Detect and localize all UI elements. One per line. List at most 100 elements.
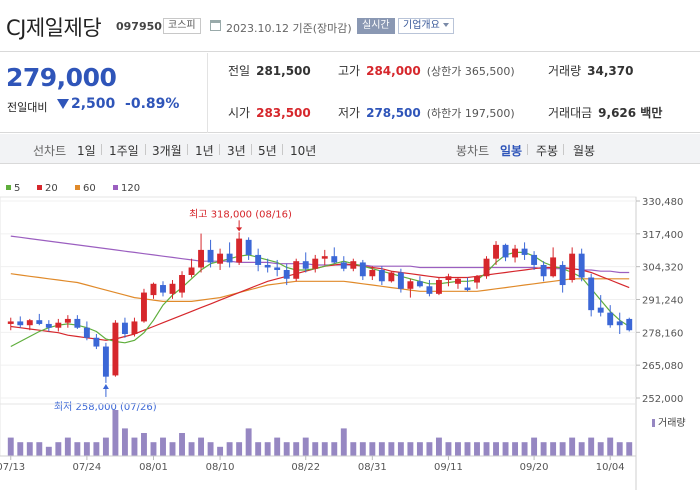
candle-daily[interactable]: 일봉 bbox=[500, 142, 522, 159]
volume-bar bbox=[169, 442, 176, 456]
ma60-line bbox=[10, 273, 630, 303]
candle-body bbox=[83, 327, 90, 338]
trade-amount: 거래대금 9,626 백만 bbox=[548, 104, 662, 121]
volume-bar bbox=[616, 442, 623, 456]
volume-bar bbox=[83, 442, 90, 456]
volume-bar bbox=[112, 410, 119, 456]
candle-body bbox=[616, 321, 623, 326]
candle-body bbox=[245, 239, 252, 255]
volume-bar bbox=[131, 437, 138, 456]
candle-body bbox=[302, 261, 309, 269]
x-tick-label: 08/01 bbox=[139, 462, 168, 473]
volume-legend-label: 거래량 bbox=[658, 417, 686, 429]
volume-bar bbox=[455, 442, 461, 456]
period-1y[interactable]: 1년 bbox=[195, 142, 214, 159]
volume-bar bbox=[245, 428, 252, 456]
separator bbox=[563, 144, 564, 155]
volume-label: 거래량 bbox=[548, 64, 582, 78]
separator bbox=[527, 144, 528, 155]
separator bbox=[187, 144, 188, 155]
candle-body bbox=[331, 256, 338, 263]
separator bbox=[251, 144, 252, 155]
candle-chart-label: 봉차트 bbox=[456, 144, 490, 158]
candle-weekly[interactable]: 주봉 bbox=[536, 142, 558, 159]
volume-bar bbox=[293, 442, 300, 456]
volume-bar bbox=[217, 446, 224, 456]
period-3y[interactable]: 3년 bbox=[227, 142, 246, 159]
candle-body bbox=[7, 321, 14, 324]
candle-body bbox=[283, 269, 290, 279]
low-price: 저가 278,500 (하한가 197,500) bbox=[338, 104, 515, 121]
volume-bar bbox=[150, 442, 157, 456]
volume-bar bbox=[597, 442, 604, 456]
legend-swatch bbox=[113, 185, 118, 190]
volume-bar bbox=[264, 442, 271, 456]
prev-close: 전일 281,500 bbox=[228, 62, 311, 79]
volume-bar bbox=[36, 442, 43, 456]
low-value: 278,500 bbox=[366, 106, 421, 120]
volume-bar bbox=[350, 442, 357, 456]
candle-body bbox=[293, 261, 300, 279]
candle-body bbox=[407, 281, 414, 289]
candle-body bbox=[559, 264, 566, 286]
candle-body bbox=[264, 264, 271, 268]
legend-label: 5 bbox=[14, 183, 20, 194]
candle-body bbox=[226, 253, 233, 263]
volume-bar bbox=[369, 442, 376, 456]
candle-body bbox=[540, 264, 547, 277]
amount-value: 9,626 백만 bbox=[598, 106, 663, 120]
candle-body bbox=[350, 261, 357, 269]
realtime-button[interactable]: 실시간 bbox=[357, 18, 395, 34]
open-label: 시가 bbox=[228, 106, 251, 120]
candle-body bbox=[36, 320, 43, 324]
volume-bar bbox=[521, 442, 528, 456]
candle-body bbox=[455, 278, 461, 284]
volume-bar bbox=[26, 442, 33, 456]
price-panel: 279,000 전일대비 2,500 -0.89% 전일 281,500 고가 28… bbox=[0, 53, 700, 133]
candle-body bbox=[321, 256, 328, 259]
volume-bar bbox=[236, 442, 243, 456]
candle-body bbox=[55, 322, 62, 328]
high-label: 고가 bbox=[338, 64, 361, 78]
line-chart-label: 선차트 bbox=[33, 144, 67, 158]
company-info-dropdown[interactable]: 기업개요 bbox=[398, 18, 454, 34]
candle-monthly[interactable]: 월봉 bbox=[573, 142, 595, 159]
legend-label: 60 bbox=[83, 183, 96, 194]
market-badge: 코스피 bbox=[163, 18, 201, 34]
candle-body bbox=[569, 253, 576, 281]
volume-bar bbox=[588, 437, 595, 456]
separator bbox=[101, 144, 102, 155]
chevron-down-icon bbox=[442, 23, 449, 27]
candle-body bbox=[340, 262, 347, 269]
stock-chart[interactable]: 5 20 60 120 최고 318,000 (08/16) 최저 258,000 (0… bbox=[0, 176, 700, 490]
candle-body bbox=[578, 253, 585, 278]
volume-bar bbox=[378, 442, 385, 456]
volume-bar bbox=[607, 437, 614, 456]
legend-swatch bbox=[37, 185, 42, 190]
min-arrow-head bbox=[102, 383, 109, 389]
period-1w[interactable]: 1주일 bbox=[109, 142, 139, 159]
volume: 거래량 34,370 bbox=[548, 62, 633, 79]
volume-bar bbox=[255, 442, 262, 456]
volume-bar bbox=[340, 428, 347, 456]
period-10y[interactable]: 10년 bbox=[290, 142, 316, 159]
period-5y[interactable]: 5년 bbox=[258, 142, 277, 159]
period-3m[interactable]: 3개월 bbox=[152, 142, 182, 159]
candle-body bbox=[26, 320, 33, 326]
period-1d[interactable]: 1일 bbox=[77, 142, 96, 159]
volume-bar bbox=[435, 437, 442, 456]
volume-bar bbox=[179, 433, 185, 456]
y-tick-label: 278,160 bbox=[642, 328, 683, 339]
candle-body bbox=[236, 238, 243, 263]
candlestick-chart[interactable]: 5 20 60 120 최고 318,000 (08/16) 최저 258,000 (0… bbox=[0, 176, 700, 490]
candle-body bbox=[74, 318, 81, 328]
volume-bar bbox=[7, 437, 14, 456]
candle-body bbox=[397, 272, 404, 289]
high-value: 284,000 bbox=[366, 64, 421, 78]
price-change: 2,500 -0.89% bbox=[57, 96, 179, 112]
volume-bar bbox=[416, 442, 423, 456]
volume-bar bbox=[569, 437, 576, 456]
open-price: 시가 283,500 bbox=[228, 104, 311, 121]
candle-body bbox=[531, 254, 538, 265]
vs-prev-label: 전일대비 bbox=[7, 101, 48, 114]
